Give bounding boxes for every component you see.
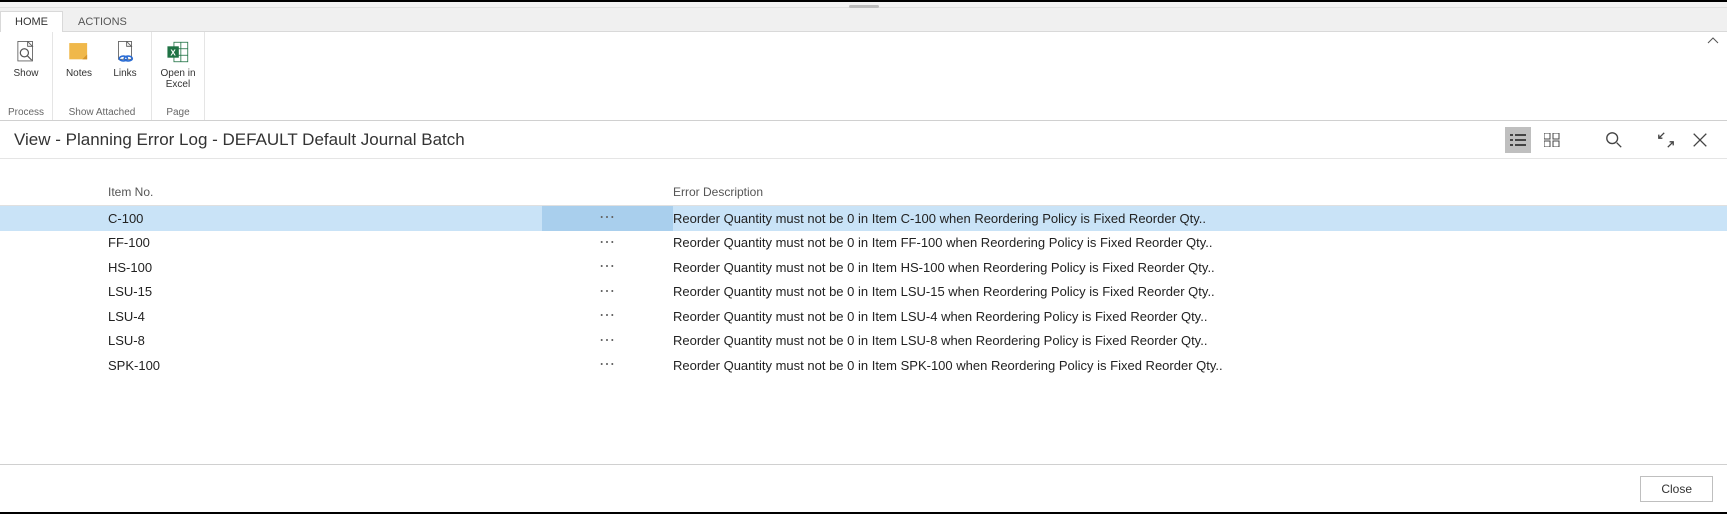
cell-error-description: Reorder Quantity must not be 0 in Item C… — [673, 211, 1727, 226]
row-actions-button[interactable]: ⋯ — [542, 287, 673, 297]
svg-text:X: X — [170, 48, 176, 57]
close-button[interactable]: Close — [1640, 476, 1713, 502]
row-actions-button[interactable]: ⋯ — [542, 311, 673, 321]
cell-error-description: Reorder Quantity must not be 0 in Item F… — [673, 235, 1727, 250]
links-icon — [111, 38, 139, 66]
cell-error-description: Reorder Quantity must not be 0 in Item L… — [673, 284, 1727, 299]
cell-item-no: LSU-8 — [108, 333, 542, 348]
cell-error-description: Reorder Quantity must not be 0 in Item L… — [673, 309, 1727, 324]
table-row[interactable]: LSU-15⋯Reorder Quantity must not be 0 in… — [0, 280, 1727, 305]
row-actions-button[interactable]: ⋯ — [542, 206, 673, 231]
table-header-row: Item No. Error Description — [0, 179, 1727, 206]
footer-bar: Close — [0, 464, 1727, 512]
view-list-button[interactable] — [1505, 127, 1531, 153]
cell-item-no: FF-100 — [108, 235, 542, 250]
table-body: C-100⋯Reorder Quantity must not be 0 in … — [0, 206, 1727, 378]
notes-button[interactable]: Notes — [59, 36, 99, 105]
ribbon-group-page: X Open in Excel Page — [152, 32, 205, 120]
table-row[interactable]: FF-100⋯Reorder Quantity must not be 0 in… — [0, 231, 1727, 256]
app-window: HOME ACTIONS Show Process — [0, 0, 1727, 514]
ribbon-group-label-attached: Show Attached — [59, 105, 145, 120]
cell-item-no: C-100 — [108, 211, 542, 226]
cell-error-description: Reorder Quantity must not be 0 in Item S… — [673, 358, 1727, 373]
table-row[interactable]: C-100⋯Reorder Quantity must not be 0 in … — [0, 206, 1727, 231]
notes-icon — [65, 38, 93, 66]
tab-actions[interactable]: ACTIONS — [63, 11, 142, 32]
ribbon: Show Process Notes — [0, 32, 1727, 121]
content-area: Item No. Error Description C-100⋯Reorder… — [0, 159, 1727, 464]
table-row[interactable]: LSU-8⋯Reorder Quantity must not be 0 in … — [0, 329, 1727, 354]
cell-item-no: LSU-4 — [108, 309, 542, 324]
ribbon-group-label-page: Page — [158, 105, 198, 120]
row-actions-button[interactable]: ⋯ — [542, 238, 673, 248]
page-header: View - Planning Error Log - DEFAULT Defa… — [0, 121, 1727, 159]
row-actions-button[interactable]: ⋯ — [542, 360, 673, 370]
table-row[interactable]: SPK-100⋯Reorder Quantity must not be 0 i… — [0, 353, 1727, 378]
ribbon-group-process: Show Process — [0, 32, 53, 120]
row-actions-button[interactable]: ⋯ — [542, 336, 673, 346]
ribbon-tabstrip: HOME ACTIONS — [0, 8, 1727, 32]
view-tiles-button[interactable] — [1539, 127, 1565, 153]
row-actions-button[interactable]: ⋯ — [542, 262, 673, 272]
column-header-item-no[interactable]: Item No. — [108, 185, 542, 199]
error-log-table: Item No. Error Description C-100⋯Reorder… — [0, 159, 1727, 464]
open-in-excel-button[interactable]: X Open in Excel — [158, 36, 198, 105]
close-window-button[interactable] — [1687, 127, 1713, 153]
search-button[interactable] — [1601, 127, 1627, 153]
ribbon-collapse-caret-icon[interactable] — [1707, 36, 1719, 49]
ribbon-group-attached: Notes Links Show Attached — [53, 32, 152, 120]
ribbon-group-label-process: Process — [6, 105, 46, 120]
collapse-window-button[interactable] — [1653, 127, 1679, 153]
table-row[interactable]: LSU-4⋯Reorder Quantity must not be 0 in … — [0, 304, 1727, 329]
column-header-error-description[interactable]: Error Description — [673, 185, 1727, 199]
cell-item-no: HS-100 — [108, 260, 542, 275]
show-icon — [12, 38, 40, 66]
cell-item-no: SPK-100 — [108, 358, 542, 373]
show-button[interactable]: Show — [6, 36, 46, 105]
links-button[interactable]: Links — [105, 36, 145, 105]
window-top-border — [0, 0, 1727, 8]
page-title: View - Planning Error Log - DEFAULT Defa… — [14, 130, 1505, 150]
header-actions — [1505, 127, 1713, 153]
cell-item-no: LSU-15 — [108, 284, 542, 299]
cell-error-description: Reorder Quantity must not be 0 in Item L… — [673, 333, 1727, 348]
cell-error-description: Reorder Quantity must not be 0 in Item H… — [673, 260, 1727, 275]
tab-home[interactable]: HOME — [0, 11, 63, 32]
table-row[interactable]: HS-100⋯Reorder Quantity must not be 0 in… — [0, 255, 1727, 280]
excel-icon: X — [164, 38, 192, 66]
